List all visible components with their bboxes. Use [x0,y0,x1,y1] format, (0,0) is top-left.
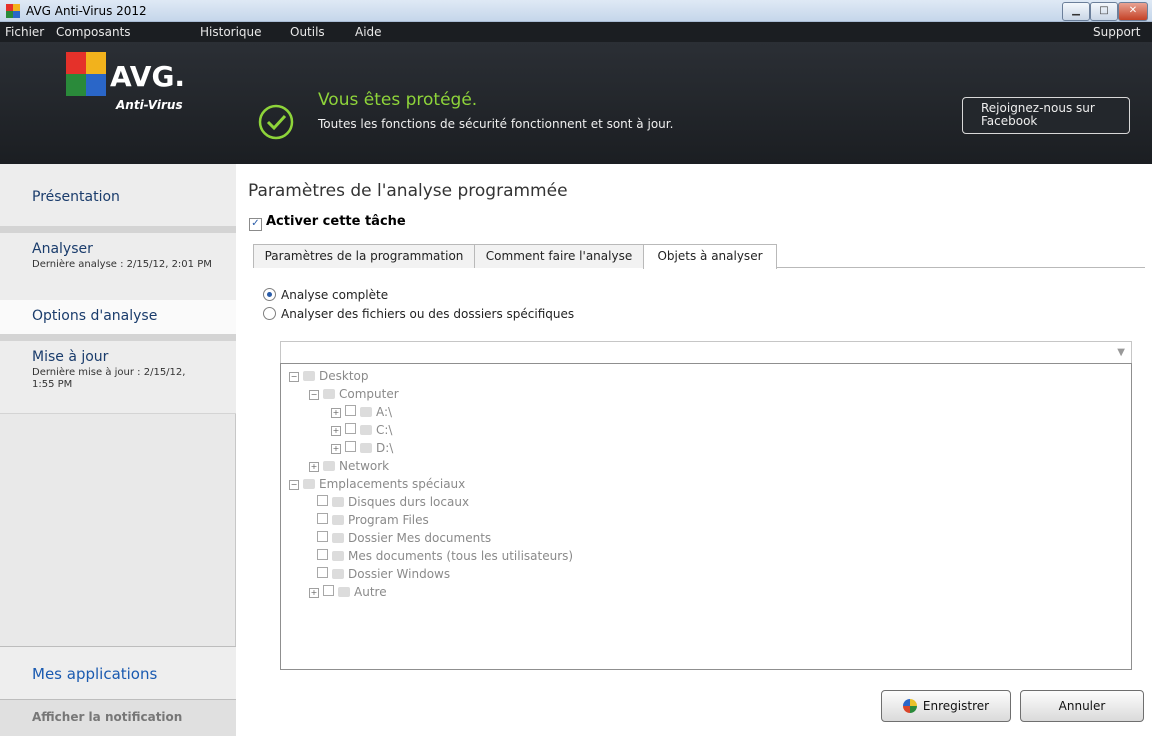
documents-icon [332,533,344,543]
tree-checkbox[interactable] [317,567,328,578]
radio-full-scan[interactable]: Analyse complète [263,288,388,302]
menu-historique[interactable]: Historique [200,25,262,39]
radio-selected-icon[interactable] [263,288,276,301]
menu-aide[interactable]: Aide [355,25,382,39]
enable-task-checkbox[interactable]: ✓ Activer cette tâche [249,214,406,231]
minimize-button[interactable]: ▁ [1062,2,1090,21]
status-title: Vous êtes protégé. [318,90,478,110]
last-scan-info: Dernière analyse : 2/15/12, 2:01 PM [32,259,212,270]
tree-node-drive-d[interactable]: + D:\ [331,441,393,455]
tab-schedule-settings[interactable]: Paramètres de la programmation [253,244,475,268]
tree-node-drive-a[interactable]: + A:\ [331,405,392,419]
windows-folder-icon [332,569,344,579]
tree-node-drive-c[interactable]: + C:\ [331,423,392,437]
menu-bar: Fichier Composants Historique Outils Aid… [0,22,1152,42]
cd-drive-icon [360,443,372,453]
avg-logo: AVG. Anti-Virus [66,44,196,114]
save-button[interactable]: Enregistrer [881,690,1011,722]
my-apps-label: Mes applications [32,665,158,683]
floppy-drive-icon [360,407,372,417]
tree-checkbox[interactable] [317,549,328,560]
special-folder-icon [303,479,315,489]
folder-icon [332,515,344,525]
window-title: AVG Anti-Virus 2012 [26,4,147,18]
folder-tree[interactable]: − Desktop − Computer + A:\ + C:\ + D:\ + Netwo… [280,363,1132,670]
sidebar-item-scan-options[interactable]: Options d'analyse [0,300,236,334]
tree-node-all-docs[interactable]: Mes documents (tous les utilisateurs) [317,549,573,563]
network-icon [323,461,335,471]
sidebar-item-label: Options d'analyse [32,308,158,324]
tab-objects-to-scan[interactable]: Objets à analyser [643,244,777,269]
radio-specific-scan-label: Analyser des fichiers ou des dossiers sp… [281,307,575,321]
computer-icon [323,389,335,399]
notification-bar[interactable]: Afficher la notification [0,700,236,736]
tree-node-other[interactable]: + Autre [309,585,387,599]
path-combo[interactable]: ▼ [280,341,1132,364]
desktop-icon [303,371,315,381]
tree-checkbox[interactable] [345,423,356,434]
tree-checkbox[interactable] [317,513,328,524]
avg-logo-text: AVG. [110,60,186,93]
tree-checkbox[interactable] [345,405,356,416]
cancel-button[interactable]: Annuler [1020,690,1144,722]
tree-node-special[interactable]: − Emplacements spéciaux [289,477,465,491]
save-button-label: Enregistrer [922,699,990,713]
shield-icon [902,699,917,713]
tab-how-to-scan[interactable]: Comment faire l'analyse [474,244,644,268]
radio-specific-scan[interactable]: Analyser des fichiers ou des dossiers sp… [263,307,574,321]
menu-support[interactable]: Support [1093,25,1140,39]
page-title: Paramètres de l'analyse programmée [248,181,568,201]
avg-app-icon [6,4,20,18]
tree-checkbox[interactable] [345,441,356,452]
avg-logo-sub: Anti-Virus [116,98,183,112]
facebook-button[interactable]: Rejoignez-nous sur Facebook [962,97,1130,134]
radio-unselected-icon[interactable] [263,307,276,320]
check-circle-icon [258,104,294,140]
sidebar-item-label: Mise à jour [32,349,109,365]
chevron-down-icon[interactable]: ▼ [1117,347,1125,358]
close-button[interactable]: ✕ [1118,2,1148,21]
show-notification-link[interactable]: Afficher la notification [32,710,182,724]
last-update-info: Dernière mise à jour : 2/15/12, 1:55 PM [32,367,186,390]
tree-node-computer[interactable]: − Computer [309,387,399,401]
maximize-button[interactable]: □ [1090,2,1118,21]
title-bar: AVG Anti-Virus 2012 ▁ □ ✕ [0,0,1152,22]
tree-node-network[interactable]: + Network [309,459,389,473]
tree-node-windows[interactable]: Dossier Windows [317,567,450,581]
tree-node-local-disks[interactable]: Disques durs locaux [317,495,469,509]
tree-node-my-docs[interactable]: Dossier Mes documents [317,531,491,545]
tree-node-program-files[interactable]: Program Files [317,513,429,527]
hard-drive-icon [360,425,372,435]
tree-checkbox[interactable] [323,585,334,596]
my-apps-button[interactable]: Mes applications [0,646,236,700]
tree-checkbox[interactable] [317,531,328,542]
menu-fichier[interactable]: Fichier [5,25,44,39]
status-subtitle: Toutes les fonctions de sécurité fonctio… [318,117,674,131]
menu-composants[interactable]: Composants [56,25,131,39]
shared-documents-icon [332,551,344,561]
sidebar-item-label: Analyser [32,241,93,257]
enable-task-label: Activer cette tâche [266,214,406,229]
disk-icon [332,497,344,507]
tree-checkbox[interactable] [317,495,328,506]
sidebar-item-analyser[interactable]: Analyser Dernière analyse : 2/15/12, 2:0… [0,233,236,305]
tree-node-desktop[interactable]: − Desktop [289,369,369,383]
menu-outils[interactable]: Outils [290,25,325,39]
sidebar-item-label: Présentation [32,189,120,205]
sidebar-item-update[interactable]: Mise à jour Dernière mise à jour : 2/15/… [0,341,236,414]
radio-full-scan-label: Analyse complète [281,288,389,302]
folder-icon [338,587,350,597]
avg-logo-icon [66,52,106,96]
checkbox-checked-icon[interactable]: ✓ [249,218,262,231]
sidebar-item-presentation[interactable]: Présentation [0,164,236,226]
tab-bar: Paramètres de la programmation Comment f… [253,244,1145,269]
